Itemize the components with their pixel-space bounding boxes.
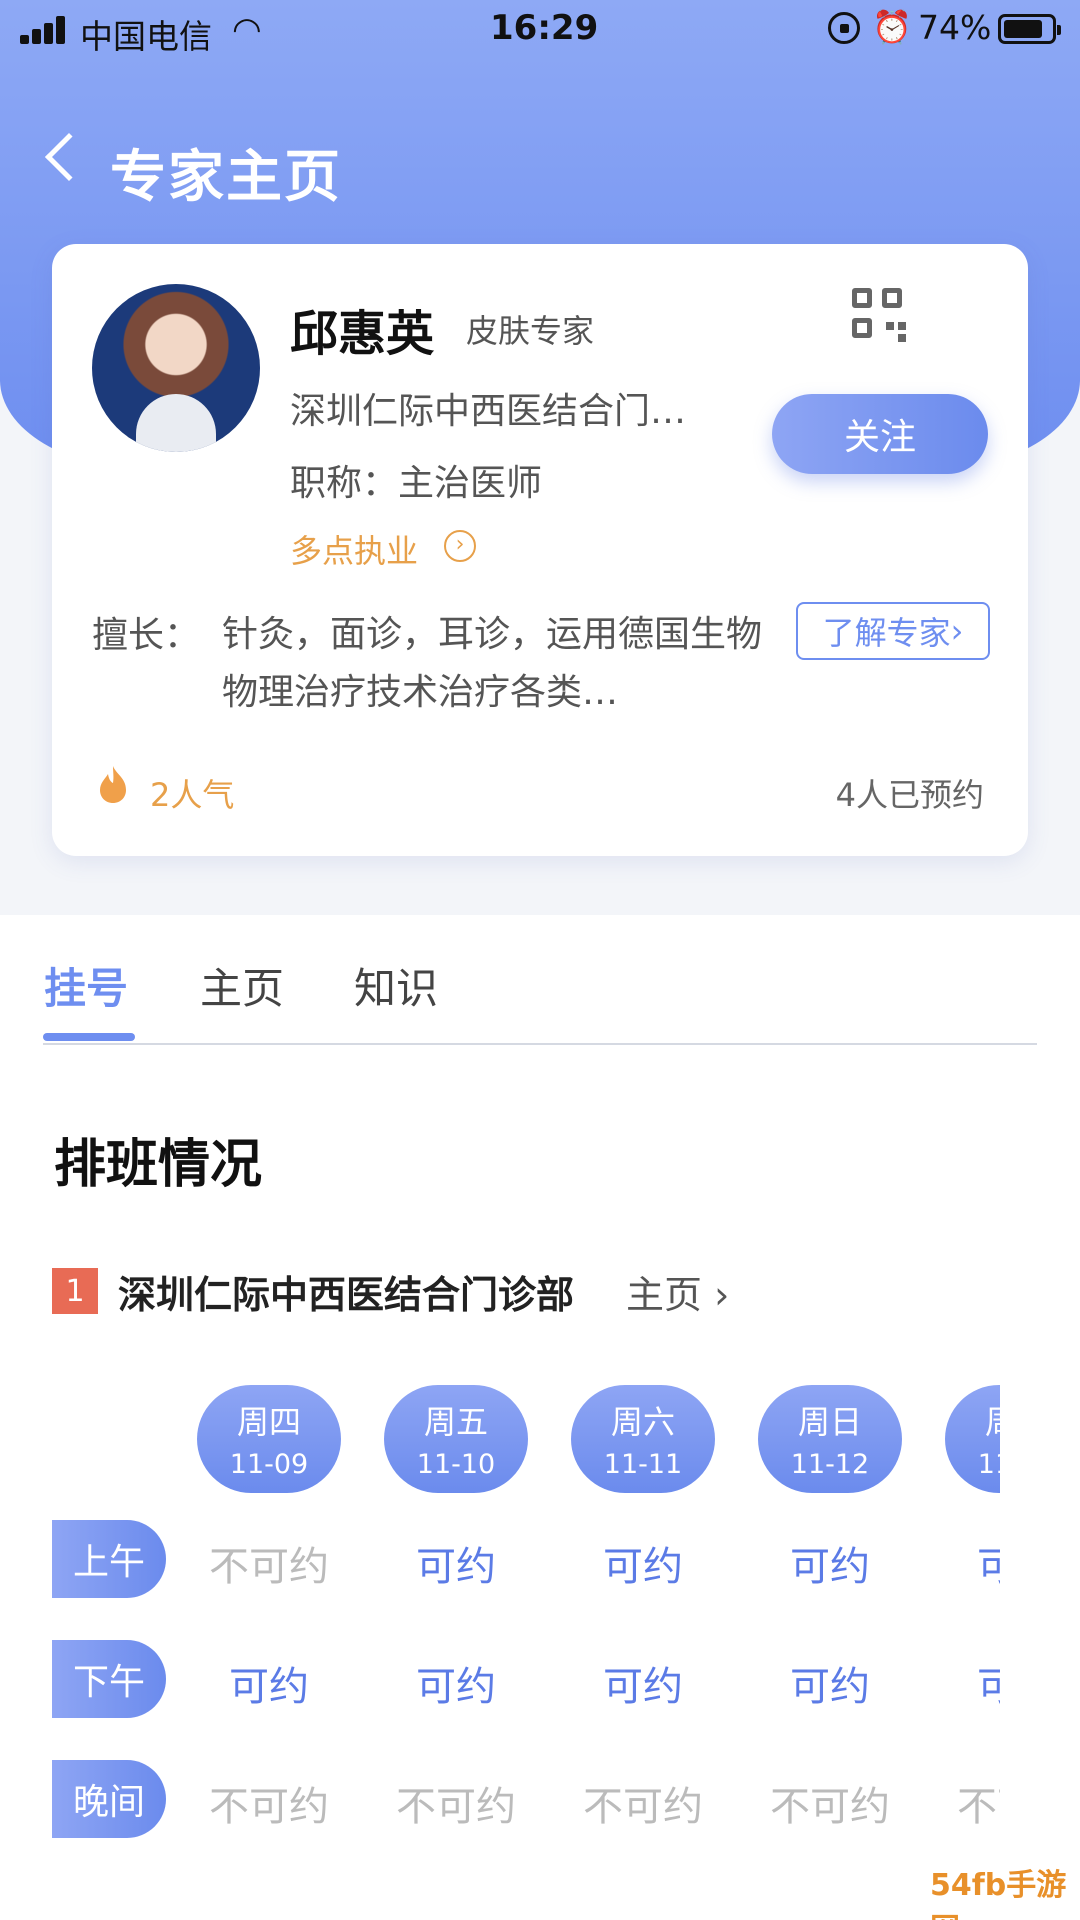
fire-icon [100,766,126,803]
doctor-card: 邱惠英 皮肤专家 深圳仁际中西医结合门… 关注 职称：主治医师 多点执业 › 擅… [52,244,1028,856]
know-expert-button[interactable]: 了解专家 › [796,602,990,660]
tab-bar: 挂号 主页 知识 [0,915,1080,1045]
slot-available[interactable]: 可约 [555,1534,731,1592]
battery-percent: 74% [918,8,992,47]
slot-available[interactable]: 可约 [181,1654,357,1712]
popularity-count: 2人气 [150,776,235,814]
battery-icon [998,14,1061,44]
alarm-icon: ⏰ [872,8,912,46]
day-date: 11-11 [603,1449,683,1480]
doctor-name: 邱惠英 [290,306,435,362]
chevron-right-icon[interactable]: › [444,530,476,562]
slot-unavailable: 不可约 [209,1544,329,1590]
day-date: 11-09 [229,1449,309,1480]
day-date: 11-12 [790,1449,870,1480]
schedule-grid: 周四11-09周五11-10周六11-11周日11-12周一11-13上午不可约… [52,1385,1000,1865]
day-name: 周日 [797,1403,862,1441]
schedule-period-label: 上午 [52,1520,166,1598]
follow-button[interactable]: 关注 [772,394,988,474]
signal-icon [20,16,70,44]
avatar [92,284,260,452]
know-expert-label: 了解专家 [822,614,951,652]
slot-available[interactable]: 可约 [368,1654,544,1712]
day-name: 周四 [236,1403,301,1441]
schedule-day-header: 周六 11-11 [571,1385,715,1493]
clinic-name: 深圳仁际中西医结合门诊部 [118,1273,575,1317]
slot-available[interactable]: 可约 [368,1534,544,1592]
tab-register[interactable]: 挂号 [44,955,128,1016]
slot-unavailable: 不可约 [583,1784,703,1830]
carrier-label: 中国电信 [80,17,212,56]
clinic-index-badge: 1 [52,1268,98,1314]
slot-unavailable: 不可约 [770,1784,890,1830]
slot-available[interactable]: 可约 [742,1654,918,1712]
doctor-hospital: 深圳仁际中西医结合门… [290,391,687,432]
schedule-day-header: 周日 11-12 [758,1385,902,1493]
doctor-rank: 职称：主治医师 [290,463,543,504]
active-tab-indicator [43,1033,135,1041]
status-time: 16:29 [490,8,599,48]
doctor-specialty: 皮肤专家 [466,312,595,350]
slot-available[interactable]: 可约 [929,1654,1000,1712]
schedule-period-label: 下午 [52,1640,166,1718]
tab-knowledge[interactable]: 知识 [354,955,438,1016]
tab-home[interactable]: 主页 [200,955,284,1016]
qr-code-icon[interactable] [852,288,906,342]
page-title: 专家主页 [110,145,342,210]
day-name: 周五 [423,1403,488,1441]
booked-count: 4人已预约 [835,776,984,814]
schedule-day-header: 周一 11-13 [945,1385,1000,1493]
rotation-lock-icon [828,12,860,44]
tab-divider [43,1043,1037,1045]
multi-practice-link[interactable]: 多点执业 [290,526,418,572]
watermark-logo: 54fb手游网 [930,1868,1067,1920]
day-name: 周一 [945,1397,1000,1443]
slot-unavailable: 不可约 [396,1784,516,1830]
status-bar: 中国电信 ◠ 16:29 ⏰ 74% [0,0,1080,60]
clinic-home-link[interactable]: 主页 › [626,1264,729,1319]
chevron-right-icon: › [950,612,964,650]
slot-available[interactable]: 可约 [555,1654,731,1712]
slot-unavailable: 不可约 [957,1784,1000,1830]
day-name: 周六 [610,1403,675,1441]
clinic-home-label: 主页 [626,1273,703,1317]
schedule-day-header: 周五 11-10 [384,1385,528,1493]
skill-text: 针灸，面诊，耳诊，运用德国生物物理治疗技术治疗各类… [222,614,763,713]
slot-unavailable: 不可约 [209,1784,329,1830]
day-date: 11-13 [977,1449,1000,1480]
slot-available[interactable]: 可约 [929,1534,1000,1592]
schedule-day-header: 周四 11-09 [197,1385,341,1493]
wifi-icon: ◠ [232,10,262,50]
slot-available[interactable]: 可约 [742,1534,918,1592]
day-date: 11-10 [416,1449,496,1480]
schedule-period-label: 晚间 [52,1760,166,1838]
section-title: 排班情况 [54,1135,263,1195]
skill-label: 擅长： [92,615,201,656]
